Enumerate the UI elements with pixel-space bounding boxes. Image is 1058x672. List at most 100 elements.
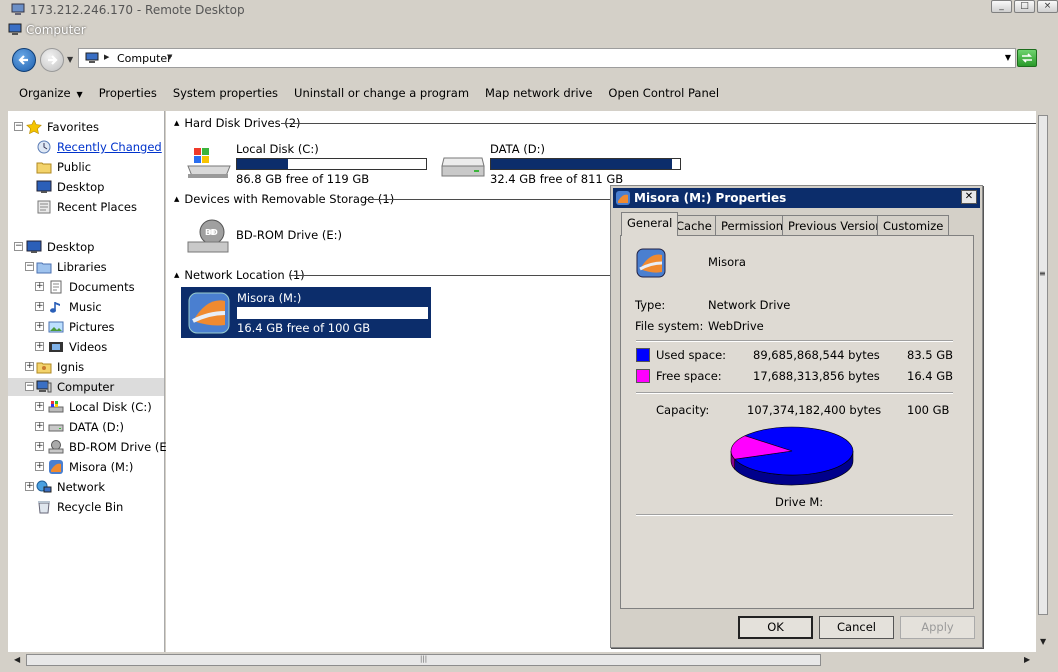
general-tab-panel: Misora Type: Network Drive File system: … [620, 235, 974, 609]
dialog-close-button[interactable]: ✕ [961, 190, 977, 204]
collapse-toggle[interactable]: − [14, 122, 23, 131]
tree-pictures[interactable]: Pictures [48, 318, 115, 336]
group-header-removable-storage[interactable]: ▲ Devices with Removable Storage (1) [174, 191, 394, 207]
tree-desktop-favorite[interactable]: Desktop [36, 178, 104, 196]
maximize-button[interactable]: □ [1014, 0, 1035, 13]
chevron-down-icon: ▼ [76, 90, 83, 99]
tree-local-disk[interactable]: Local Disk (C:) [48, 398, 152, 416]
film-icon [48, 340, 64, 354]
scroll-left-icon[interactable]: ◀ [14, 655, 20, 664]
expand-toggle[interactable]: + [35, 402, 44, 411]
close-button[interactable]: × [1037, 0, 1058, 13]
tree-music[interactable]: Music [48, 298, 102, 316]
drive-name-field[interactable]: Misora [708, 255, 746, 269]
tree-recent-places[interactable]: Recent Places [36, 198, 137, 216]
vertical-scrollbar[interactable]: ≡ ▼ [1036, 111, 1052, 652]
collapse-triangle-icon: ▲ [174, 119, 180, 127]
horizontal-scrollbar[interactable]: ◀ ||| ▶ [8, 652, 1036, 668]
collapse-toggle[interactable]: − [25, 262, 34, 271]
drive-data-d[interactable]: DATA (D:) 32.4 GB free of 811 GB [434, 138, 684, 186]
breadcrumb-chevron-icon[interactable]: ▼ [167, 53, 172, 61]
drive-local-disk-c[interactable]: Local Disk (C:) 86.8 GB free of 119 GB [180, 138, 430, 186]
ok-button[interactable]: OK [738, 616, 813, 639]
free-space-bytes: 17,688,313,856 bytes [753, 369, 880, 383]
capacity-label: Capacity: [656, 403, 710, 417]
tree-label: Misora (M:) [69, 460, 134, 474]
group-divider [281, 123, 1036, 124]
tree-label: Libraries [57, 260, 107, 274]
recent-files-icon [36, 140, 52, 154]
address-dropdown-icon[interactable]: ▼ [1005, 53, 1011, 62]
free-space-swatch [636, 369, 650, 383]
expand-toggle[interactable]: + [35, 442, 44, 451]
drive-letter-label: Drive M: [775, 495, 824, 509]
expand-toggle[interactable]: + [35, 342, 44, 351]
collapse-triangle-icon: ▲ [174, 271, 180, 279]
properties-button[interactable]: Properties [99, 86, 157, 100]
tree-computer[interactable]: − Computer [8, 378, 164, 396]
tree-recycle-bin[interactable]: Recycle Bin [36, 498, 123, 516]
optical-drive-icon [48, 440, 64, 454]
tree-data-drive[interactable]: DATA (D:) [48, 418, 124, 436]
vertical-scroll-thumb[interactable] [1038, 115, 1048, 615]
tree-misora[interactable]: Misora (M:) [48, 458, 133, 476]
tree-label: Recycle Bin [57, 500, 124, 514]
drive-free-space: 86.8 GB free of 119 GB [236, 172, 370, 186]
group-header-network-location[interactable]: ▲ Network Location (1) [174, 267, 305, 283]
address-bar[interactable]: ▶ Computer ▼ ▼ [78, 48, 1016, 68]
tree-label: Favorites [47, 120, 99, 134]
network-drive-icon [188, 292, 230, 334]
network-drive-icon [636, 248, 666, 278]
scroll-down-icon[interactable]: ▼ [1040, 637, 1046, 646]
drive-misora-m[interactable]: Misora (M:) 16.4 GB free of 100 GB [181, 287, 431, 338]
collapse-toggle[interactable]: − [25, 382, 34, 391]
tree-documents[interactable]: Documents [48, 278, 135, 296]
tab-general[interactable]: General [621, 212, 679, 236]
organize-button[interactable]: Organize ▼ [19, 86, 83, 100]
remote-desktop-icon [11, 3, 25, 15]
open-control-panel-button[interactable]: Open Control Panel [608, 86, 719, 100]
tree-favorites[interactable]: Favorites [26, 118, 99, 136]
expand-toggle[interactable]: + [35, 302, 44, 311]
tree-videos[interactable]: Videos [48, 338, 107, 356]
drive-free-space: 32.4 GB free of 811 GB [490, 172, 624, 186]
expand-toggle[interactable]: + [35, 422, 44, 431]
minimize-button[interactable]: _ [991, 0, 1012, 13]
cancel-button[interactable]: Cancel [819, 616, 894, 639]
drive-usage-bar [237, 307, 428, 319]
history-dropdown-icon[interactable]: ▼ [67, 55, 73, 64]
breadcrumb-computer[interactable]: Computer [117, 52, 172, 65]
collapse-toggle[interactable]: − [14, 242, 23, 251]
tree-libraries[interactable]: Libraries [36, 258, 107, 276]
tree-desktop[interactable]: Desktop [26, 238, 94, 256]
tree-ignis[interactable]: Ignis [36, 358, 84, 376]
forward-button[interactable] [40, 48, 64, 72]
tree-network[interactable]: Network [36, 478, 105, 496]
expand-toggle[interactable]: + [25, 482, 34, 491]
back-button[interactable] [12, 48, 36, 72]
scroll-right-icon[interactable]: ▶ [1024, 655, 1030, 664]
drive-name: DATA (D:) [490, 142, 545, 156]
uninstall-program-button[interactable]: Uninstall or change a program [294, 86, 469, 100]
tree-public[interactable]: Public [36, 158, 91, 176]
refresh-button[interactable] [1017, 49, 1037, 67]
computer-icon [8, 23, 22, 35]
tree-recently-changed[interactable]: Recently Changed [36, 138, 162, 156]
address-row: ▼ ▶ Computer ▼ ▼ [6, 42, 1052, 74]
map-network-drive-button[interactable]: Map network drive [485, 86, 592, 100]
expand-toggle[interactable]: + [25, 362, 34, 371]
scroll-grip-icon: ||| [420, 655, 428, 663]
tree-bdrom[interactable]: BD-ROM Drive (E:) [48, 438, 175, 456]
expand-toggle[interactable]: + [35, 282, 44, 291]
windows-drive-icon [187, 148, 231, 178]
tab-customize[interactable]: Customize [877, 215, 950, 235]
expand-toggle[interactable]: + [35, 462, 44, 471]
folder-icon [36, 160, 52, 174]
expand-toggle[interactable]: + [35, 322, 44, 331]
system-properties-button[interactable]: System properties [173, 86, 278, 100]
apply-button[interactable]: Apply [900, 616, 975, 639]
breadcrumb-chevron-icon[interactable]: ▶ [104, 53, 109, 61]
tree-label: Desktop [47, 240, 95, 254]
used-space-swatch [636, 348, 650, 362]
drive-bdrom-e[interactable]: BD BD-ROM Drive (E:) [180, 212, 360, 260]
